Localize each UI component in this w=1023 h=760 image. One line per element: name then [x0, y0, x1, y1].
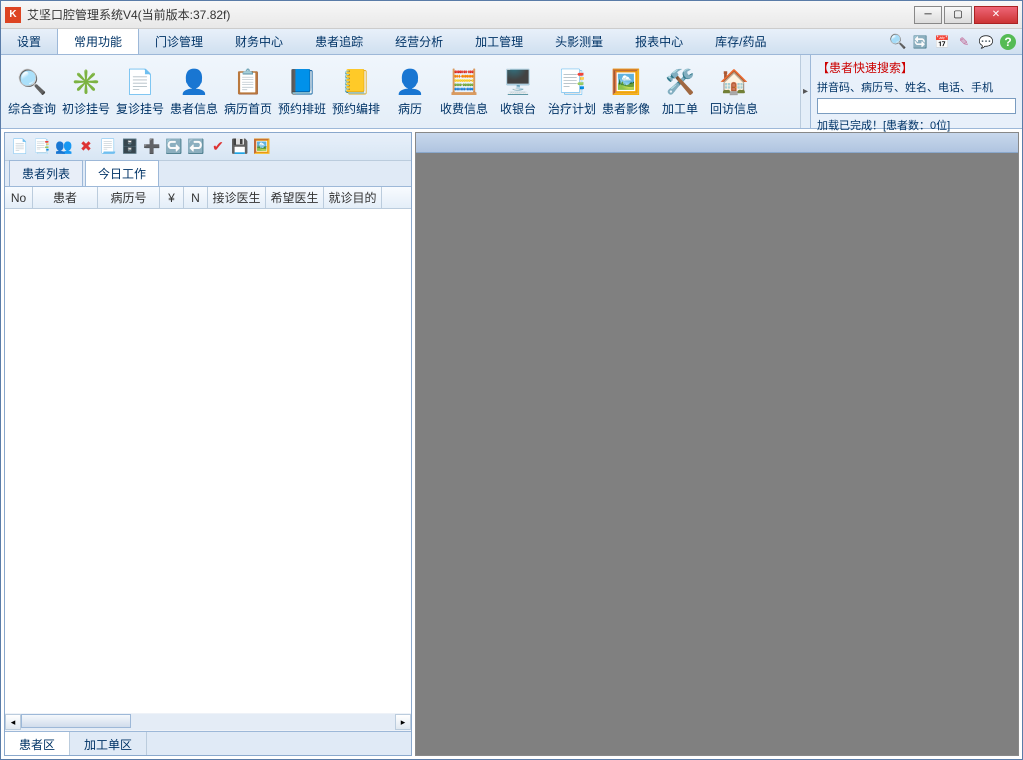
ribbon-patient-info[interactable]: 👤患者信息 — [167, 57, 221, 126]
tool-copy-icon[interactable]: 📑 — [33, 138, 51, 156]
menu-inventory[interactable]: 库存/药品 — [699, 29, 782, 54]
menu-analysis[interactable]: 经营分析 — [379, 29, 459, 54]
refresh-icon[interactable]: 🔄 — [912, 34, 928, 50]
ribbon-first-visit-register[interactable]: ✳️初诊挂号 — [59, 57, 113, 126]
followup-icon: 🏠 — [718, 66, 750, 98]
scroll-right-button[interactable]: ▸ — [395, 714, 411, 730]
tool-save-icon[interactable]: 💾 — [231, 138, 249, 156]
left-panel: 📄 📑 👥 ✖ 📃 🗄️ ➕ ↪️ ↩️ ✔ 💾 🖼️ 患者列表 今日工作 No… — [4, 132, 412, 756]
ribbon-cashier[interactable]: 🖥️收银台 — [491, 57, 545, 126]
cashier-icon: 🖥️ — [502, 66, 534, 98]
ribbon-work-order[interactable]: 🛠️加工单 — [653, 57, 707, 126]
tool-export-icon[interactable]: ↪️ — [165, 138, 183, 156]
menu-processing[interactable]: 加工管理 — [459, 29, 539, 54]
patient-image-icon: 🖼️ — [610, 66, 642, 98]
search-panel-title: 【患者快速搜索】 — [817, 59, 1016, 76]
col-patient[interactable]: 患者 — [33, 187, 98, 208]
ribbon-overflow-button[interactable]: ▸ — [800, 55, 810, 128]
search-panel-hint: 拼音码、病历号、姓名、电话、手机 — [817, 79, 1016, 95]
btab-patient-area[interactable]: 患者区 — [5, 732, 70, 755]
ribbon-medical-record[interactable]: 👤病历 — [383, 57, 437, 126]
ribbon-appointment-arrange[interactable]: 📒预约编排 — [329, 57, 383, 126]
ribbon-fee-info[interactable]: 🧮收费信息 — [437, 57, 491, 126]
help-icon[interactable]: ? — [1000, 34, 1016, 50]
horizontal-scrollbar[interactable]: ◂ ▸ — [5, 713, 411, 731]
revisit-register-icon: 📄 — [124, 66, 156, 98]
col-no[interactable]: No — [5, 187, 33, 208]
menu-outpatient[interactable]: 门诊管理 — [139, 29, 219, 54]
scroll-thumb[interactable] — [21, 714, 131, 728]
tool-check-icon[interactable]: ✔ — [209, 138, 227, 156]
scroll-left-button[interactable]: ◂ — [5, 714, 21, 730]
menu-report[interactable]: 报表中心 — [619, 29, 699, 54]
maximize-button[interactable]: ▢ — [944, 6, 972, 24]
ribbon-followup[interactable]: 🏠回访信息 — [707, 57, 761, 126]
app-icon: K — [5, 7, 21, 23]
fee-info-icon: 🧮 — [448, 66, 480, 98]
record-home-icon: 📋 — [232, 66, 264, 98]
menu-common[interactable]: 常用功能 — [57, 29, 139, 54]
quick-search-input[interactable] — [817, 98, 1016, 114]
chat-icon[interactable]: 💬 — [978, 34, 994, 50]
right-panel-header — [416, 133, 1018, 153]
edit-icon[interactable]: ✎ — [956, 34, 972, 50]
ribbon-record-home[interactable]: 📋病历首页 — [221, 57, 275, 126]
left-bottom-tabs: 患者区 加工单区 — [5, 731, 411, 755]
grid-header: No 患者 病历号 ¥ N 接诊医生 希望医生 就诊目的 — [5, 187, 411, 209]
col-n[interactable]: N — [184, 187, 208, 208]
tool-import-icon[interactable]: ↩️ — [187, 138, 205, 156]
ribbon-treatment-plan[interactable]: 📑治疗计划 — [545, 57, 599, 126]
tool-delete-icon[interactable]: ✖ — [77, 138, 95, 156]
new-register-icon: ✳️ — [70, 66, 102, 98]
ribbon-patient-image[interactable]: 🖼️患者影像 — [599, 57, 653, 126]
ribbon-revisit-register[interactable]: 📄复诊挂号 — [113, 57, 167, 126]
col-receiving-doctor[interactable]: 接诊医生 — [208, 187, 266, 208]
right-panel — [415, 132, 1019, 756]
search-icon: 🔍 — [16, 66, 48, 98]
window-title: 艾坚口腔管理系统V4(当前版本:37.82f) — [27, 6, 914, 23]
col-visit-purpose[interactable]: 就诊目的 — [324, 187, 382, 208]
close-button[interactable]: ✕ — [974, 6, 1018, 24]
tool-image-icon[interactable]: 🖼️ — [253, 138, 271, 156]
tool-page-icon[interactable]: 📃 — [99, 138, 117, 156]
tab-today-work[interactable]: 今日工作 — [85, 160, 159, 186]
tool-add-icon[interactable]: ➕ — [143, 138, 161, 156]
left-toolbar: 📄 📑 👥 ✖ 📃 🗄️ ➕ ↪️ ↩️ ✔ 💾 🖼️ — [5, 133, 411, 161]
menu-tracking[interactable]: 患者追踪 — [299, 29, 379, 54]
work-order-icon: 🛠️ — [664, 66, 696, 98]
tool-db-icon[interactable]: 🗄️ — [121, 138, 139, 156]
ribbon-comprehensive-query[interactable]: 🔍综合查询 — [5, 57, 59, 126]
grid-body[interactable] — [5, 209, 411, 713]
col-record-no[interactable]: 病历号 — [98, 187, 160, 208]
menu-finance[interactable]: 财务中心 — [219, 29, 299, 54]
tool-user-icon[interactable]: 👥 — [55, 138, 73, 156]
minimize-button[interactable]: ─ — [914, 6, 942, 24]
scroll-track[interactable] — [21, 714, 395, 730]
col-desired-doctor[interactable]: 希望医生 — [266, 187, 324, 208]
col-fee[interactable]: ¥ — [160, 187, 184, 208]
menu-cephalometric[interactable]: 头影测量 — [539, 29, 619, 54]
ribbon-appointment-schedule[interactable]: 📘预约排班 — [275, 57, 329, 126]
menubar: 设置 常用功能 门诊管理 财务中心 患者追踪 经营分析 加工管理 头影测量 报表… — [1, 29, 1022, 55]
appointment-arrange-icon: 📒 — [340, 66, 372, 98]
tool-doc-icon[interactable]: 📄 — [11, 138, 29, 156]
btab-workorder-area[interactable]: 加工单区 — [70, 732, 147, 755]
patient-info-icon: 👤 — [178, 66, 210, 98]
appointment-schedule-icon: 📘 — [286, 66, 318, 98]
treatment-plan-icon: 📑 — [556, 66, 588, 98]
quick-search-icon[interactable]: 🔍 — [890, 34, 906, 50]
calendar-icon[interactable]: 📅 — [934, 34, 950, 50]
medical-record-icon: 👤 — [394, 66, 426, 98]
menu-settings[interactable]: 设置 — [1, 29, 57, 54]
quick-search-panel: 【患者快速搜索】 拼音码、病历号、姓名、电话、手机 加载已完成！[患者数：0位] — [810, 55, 1022, 128]
left-top-tabs: 患者列表 今日工作 — [5, 161, 411, 187]
tab-patient-list[interactable]: 患者列表 — [9, 160, 83, 186]
